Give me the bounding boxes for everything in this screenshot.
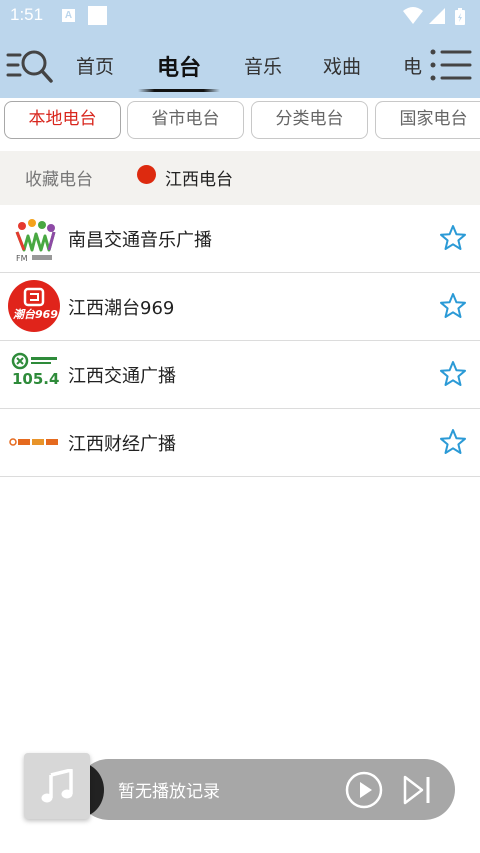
- player-status-text: 暂无播放记录: [118, 782, 220, 802]
- skip-next-icon: [403, 775, 430, 805]
- menu-icon[interactable]: [428, 46, 472, 84]
- star-icon[interactable]: [439, 292, 467, 320]
- subtab-local[interactable]: 本地电台: [4, 101, 121, 139]
- favorite-station-dot-icon: [137, 165, 156, 184]
- music-note-icon: [41, 769, 73, 803]
- subtab-national[interactable]: 国家电台: [375, 101, 480, 139]
- battery-icon: [455, 8, 465, 25]
- notification-square-icon: [88, 6, 107, 25]
- star-icon[interactable]: [439, 360, 467, 388]
- player-album-art[interactable]: [24, 753, 90, 819]
- notification-a-icon: A: [62, 9, 75, 22]
- sub-tabs: 本地电台 省市电台 分类电台 国家电台: [0, 98, 480, 146]
- search-icon[interactable]: [6, 46, 54, 86]
- svg-text:潮台969: 潮台969: [13, 308, 58, 321]
- wifi-icon: [403, 7, 423, 24]
- tab-music[interactable]: 音乐: [244, 52, 282, 79]
- station-row[interactable]: 江西财经广播: [0, 409, 480, 477]
- subtab-category[interactable]: 分类电台: [251, 101, 368, 139]
- station-name: 江西交通广播: [68, 366, 176, 387]
- signal-icon: [429, 8, 445, 24]
- station-row[interactable]: 105.4 江西交通广播: [0, 341, 480, 409]
- station-list: FM 南昌交通音乐广播 潮台969 江西潮台969 105.4 江西交通广播 江…: [0, 205, 480, 477]
- favorite-station-name[interactable]: 江西电台: [165, 165, 233, 190]
- status-time: 1:51: [10, 5, 44, 24]
- favorites-bar: 收藏电台 江西电台: [0, 151, 480, 205]
- station-name: 江西潮台969: [68, 298, 175, 319]
- subtab-provincial[interactable]: 省市电台: [127, 101, 244, 139]
- play-icon: [345, 771, 383, 809]
- station-name: 南昌交通音乐广播: [68, 230, 212, 251]
- tab-radio[interactable]: 电台: [157, 50, 201, 82]
- favorites-label[interactable]: 收藏电台: [25, 165, 93, 190]
- tab-more-partial[interactable]: 电: [403, 52, 422, 79]
- top-nav: 首页 电台 音乐 戏曲 电: [0, 32, 480, 98]
- caijing-logo-icon: [8, 416, 62, 468]
- star-icon[interactable]: [439, 428, 467, 456]
- jiaotong-1054-logo-icon: 105.4: [8, 348, 62, 400]
- fm-logo-icon: FM: [8, 212, 62, 264]
- star-icon[interactable]: [439, 224, 467, 252]
- station-row[interactable]: 潮台969 江西潮台969: [0, 273, 480, 341]
- active-tab-indicator: [138, 89, 220, 92]
- status-icons: [402, 6, 468, 26]
- chaotai-969-logo-icon: 潮台969: [8, 280, 62, 332]
- station-name: 江西财经广播: [68, 434, 176, 455]
- station-row[interactable]: FM 南昌交通音乐广播: [0, 205, 480, 273]
- tab-opera[interactable]: 戏曲: [323, 52, 361, 79]
- logo-frequency-text: 105.4: [12, 370, 59, 388]
- next-button[interactable]: [402, 774, 432, 806]
- status-bar: 1:51 A: [0, 0, 480, 32]
- svg-text:FM: FM: [16, 254, 28, 263]
- play-button[interactable]: [345, 771, 383, 809]
- tab-home[interactable]: 首页: [76, 52, 114, 79]
